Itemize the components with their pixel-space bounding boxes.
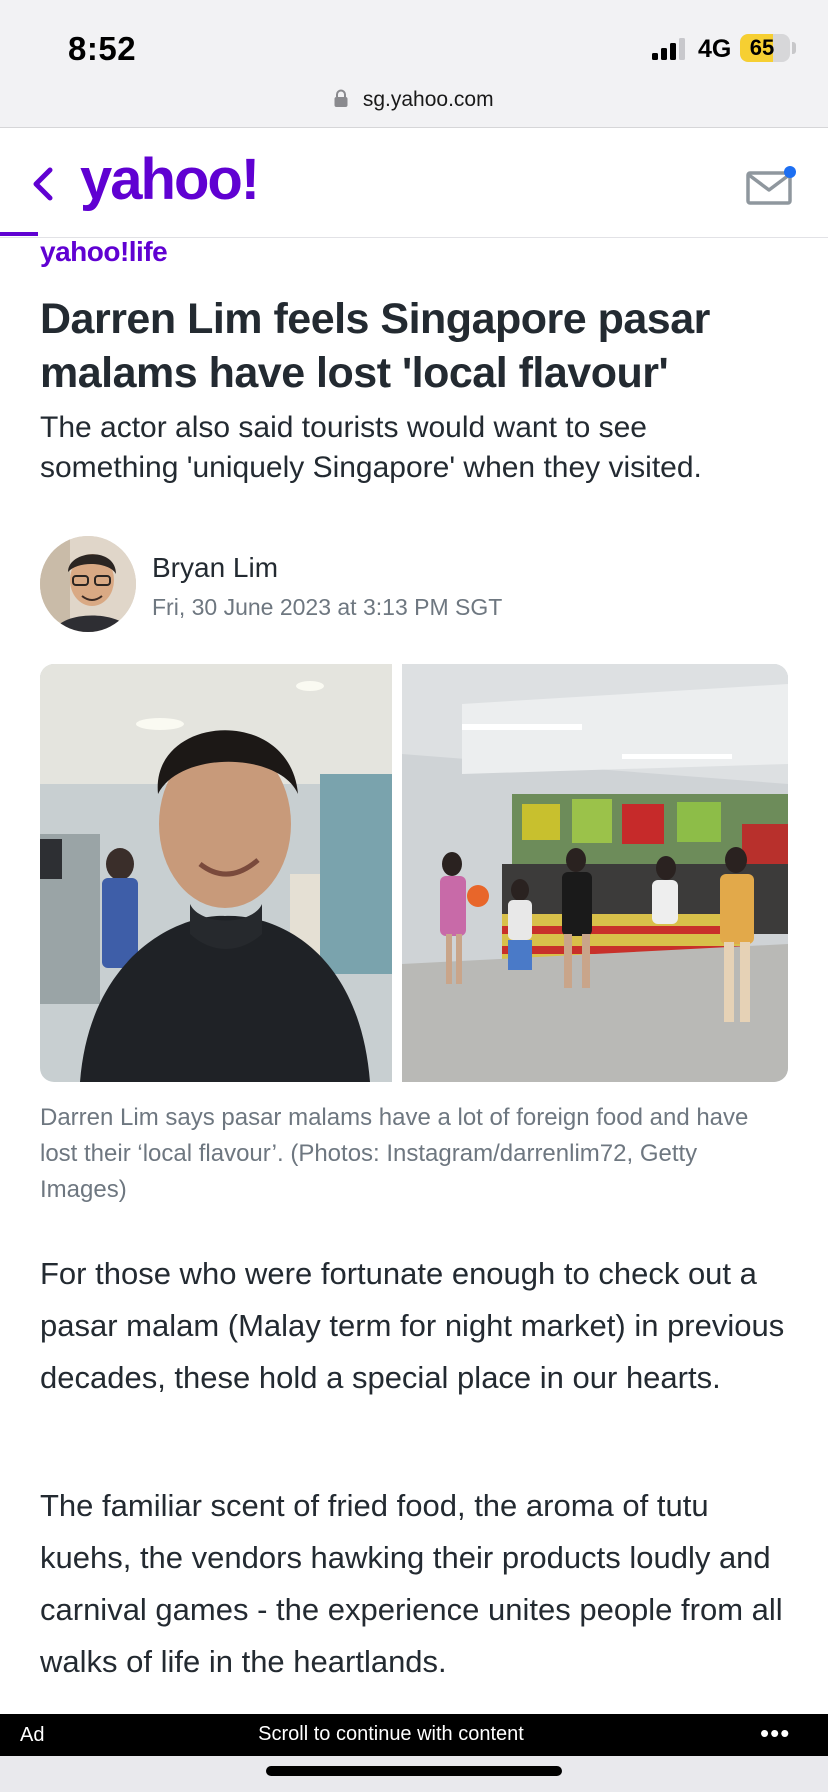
status-time: 8:52 xyxy=(68,30,137,67)
site-header: yahoo! xyxy=(0,128,828,238)
cellular-signal-icon xyxy=(652,38,685,60)
address-bar[interactable]: sg.yahoo.com xyxy=(0,80,828,128)
home-indicator[interactable] xyxy=(266,1766,562,1776)
yahoo-logo[interactable]: yahoo! xyxy=(80,146,260,213)
article-paragraph: For those who were fortunate enough to c… xyxy=(40,1256,785,1395)
network-type: 4G xyxy=(698,35,732,63)
publish-date: Fri, 30 June 2023 at 3:13 PM SGT xyxy=(152,594,503,620)
ad-scroll-bar[interactable]: Ad Scroll to continue with content ••• xyxy=(0,1714,828,1756)
image-caption: Darren Lim says pasar malams have a lot … xyxy=(40,1104,749,1203)
battery-percent: 65 xyxy=(749,35,775,60)
article-subheadline: The actor also said tourists would want … xyxy=(40,411,702,484)
pasar-malam-photo xyxy=(402,664,788,1082)
darren-lim-photo xyxy=(40,664,392,1082)
article-paragraph: The familiar scent of fried food, the ar… xyxy=(40,1488,783,1679)
yahoo-life-logo[interactable]: yahoo!life xyxy=(40,236,168,268)
lock-icon xyxy=(334,89,348,107)
battery-cap xyxy=(792,42,796,54)
back-chevron-icon[interactable] xyxy=(28,162,58,206)
avatar-photo xyxy=(40,536,136,632)
screen: 8:52 4G 65 sg.yahoo.com yahoo! yahoo!lif… xyxy=(0,0,828,1792)
author-avatar[interactable] xyxy=(40,536,136,632)
battery-icon: 65 xyxy=(740,34,790,62)
article-hero-image[interactable] xyxy=(40,664,788,1082)
scroll-to-continue-text[interactable]: Scroll to continue with content xyxy=(0,1723,782,1746)
url-display[interactable]: sg.yahoo.com xyxy=(0,88,828,112)
more-options-icon[interactable]: ••• xyxy=(760,1718,790,1749)
mail-icon[interactable] xyxy=(746,164,798,206)
article-headline: Darren Lim feels Singapore pasar malams … xyxy=(40,295,710,397)
author-name[interactable]: Bryan Lim xyxy=(152,552,278,584)
status-bar: 8:52 4G 65 xyxy=(0,0,828,80)
reading-progress-bar xyxy=(0,232,38,236)
url-text: sg.yahoo.com xyxy=(362,88,494,111)
